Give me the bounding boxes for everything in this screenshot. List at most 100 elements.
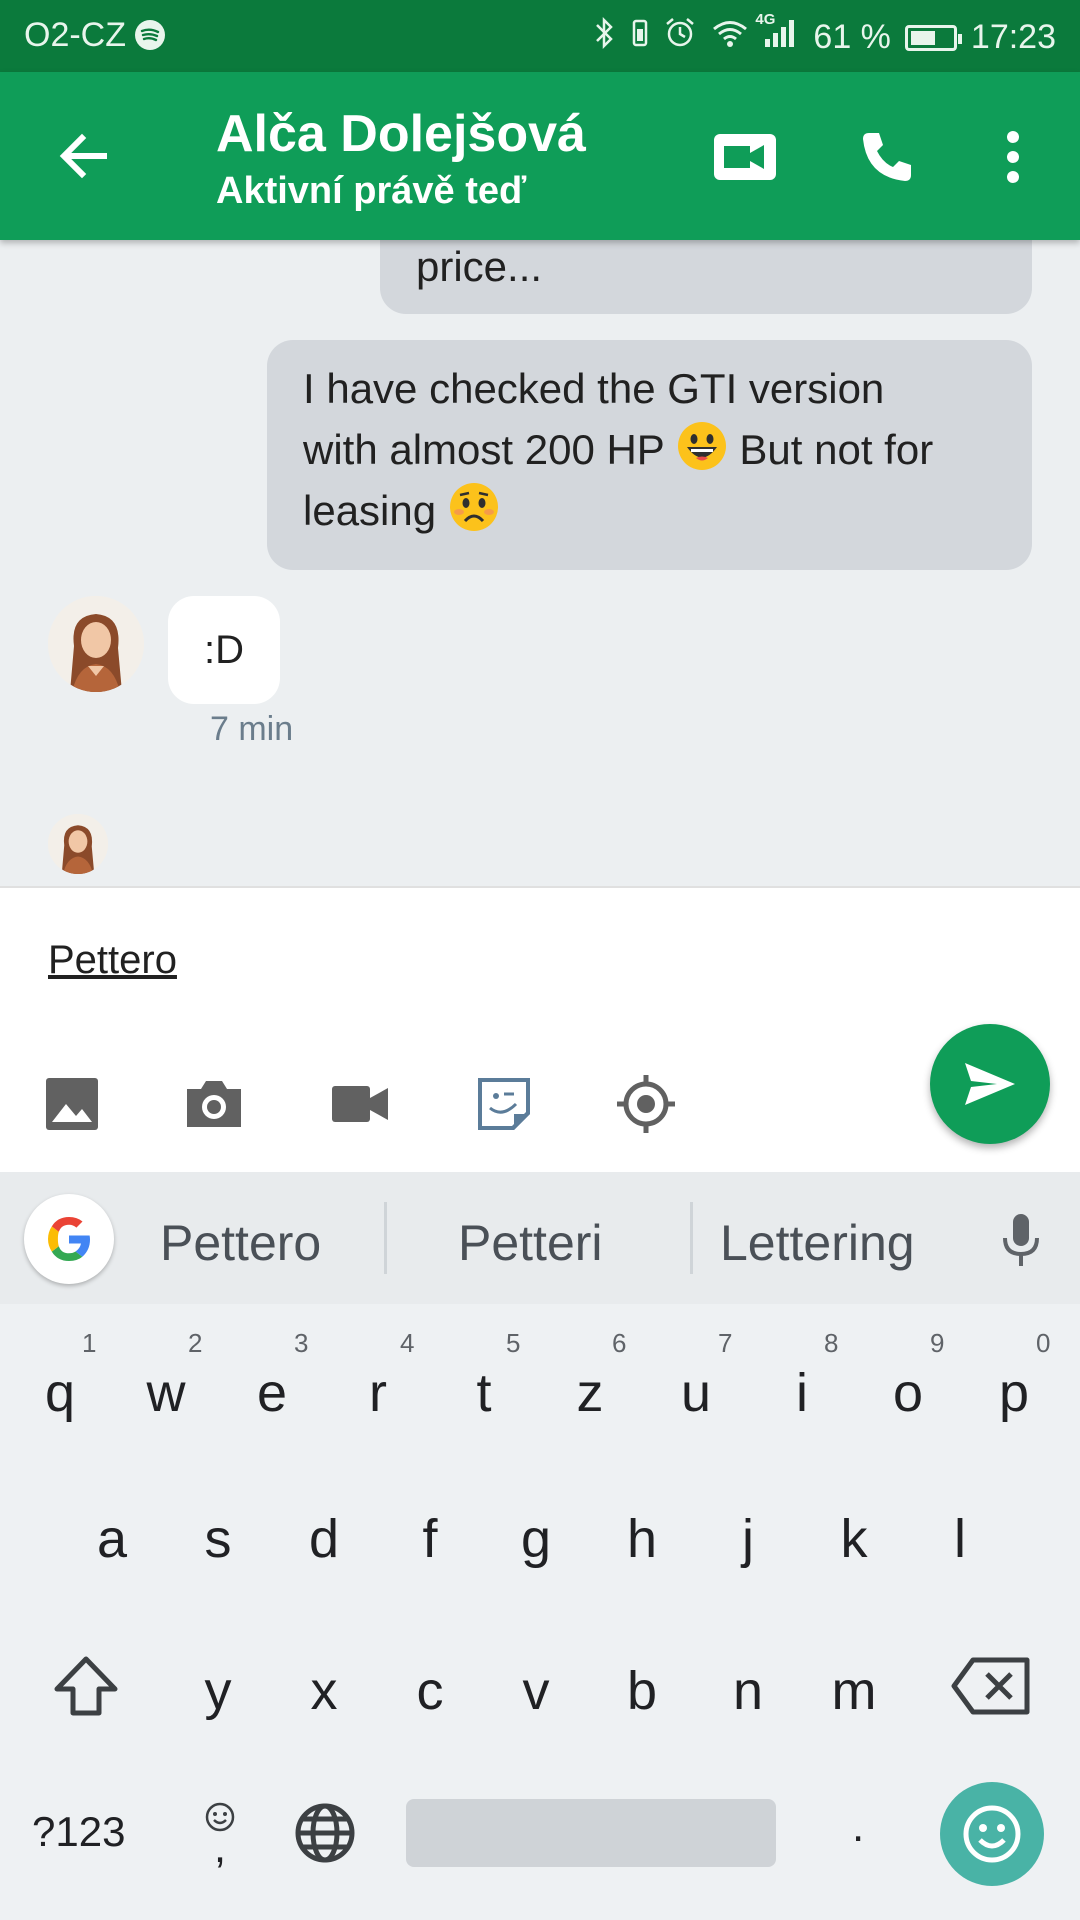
- comma-label: ,: [213, 1823, 227, 1872]
- globe-icon: [295, 1803, 355, 1863]
- vibrate-icon: [631, 17, 649, 58]
- key-s[interactable]: s: [178, 1508, 258, 1570]
- comma-emoji-key[interactable]: ,: [196, 1792, 244, 1872]
- message-input[interactable]: Pettero: [48, 938, 177, 983]
- compose-area: Pettero: [0, 886, 1080, 1174]
- key-hint-8: 8: [824, 1328, 839, 1358]
- key-hint-7: 7: [718, 1328, 733, 1358]
- spacebar[interactable]: [406, 1799, 776, 1867]
- symbols-key[interactable]: ?123: [32, 1808, 125, 1856]
- key-d[interactable]: d: [284, 1508, 364, 1570]
- key-a[interactable]: a: [72, 1508, 152, 1570]
- key-l[interactable]: l: [920, 1508, 1000, 1570]
- key-t[interactable]: t: [444, 1362, 524, 1424]
- emoji-key[interactable]: [940, 1782, 1044, 1886]
- battery-icon: [904, 24, 962, 51]
- suggestion-3[interactable]: Lettering: [720, 1214, 915, 1272]
- key-x[interactable]: x: [284, 1660, 364, 1722]
- key-w[interactable]: w: [126, 1362, 206, 1424]
- spotify-icon: [135, 20, 166, 50]
- key-u[interactable]: u: [656, 1362, 736, 1424]
- key-c[interactable]: c: [390, 1660, 470, 1722]
- location-icon[interactable]: [614, 1072, 678, 1136]
- key-i[interactable]: i: [762, 1362, 842, 1424]
- key-n[interactable]: n: [708, 1660, 788, 1722]
- message-timestamp: 7 min: [210, 710, 294, 748]
- emoji-icon: [963, 1805, 1021, 1863]
- key-g[interactable]: g: [496, 1508, 576, 1570]
- message-text: price...: [416, 243, 543, 290]
- key-r[interactable]: r: [338, 1362, 418, 1424]
- key-hint-6: 6: [612, 1328, 627, 1358]
- key-o[interactable]: o: [868, 1362, 948, 1424]
- message-bubble-outgoing[interactable]: I have checked the GTI version with almo…: [267, 340, 1032, 570]
- key-e[interactable]: e: [232, 1362, 312, 1424]
- grinning-face-emoji: [677, 422, 726, 470]
- app-bar: Alča Dolejšová Aktivní právě teď: [0, 72, 1080, 240]
- gallery-icon[interactable]: [40, 1072, 104, 1136]
- message-bubble-outgoing[interactable]: price...: [380, 240, 1032, 314]
- key-hint-4: 4: [400, 1328, 415, 1358]
- send-button[interactable]: [930, 1024, 1050, 1144]
- key-j[interactable]: j: [708, 1508, 788, 1570]
- key-p[interactable]: p: [974, 1362, 1054, 1424]
- more-vert-icon[interactable]: [978, 122, 1048, 192]
- key-hint-3: 3: [294, 1328, 309, 1358]
- suggestion-1[interactable]: Pettero: [160, 1214, 321, 1272]
- google-icon[interactable]: [24, 1194, 114, 1284]
- key-q[interactable]: q: [20, 1362, 100, 1424]
- sticker-icon[interactable]: [472, 1072, 536, 1136]
- status-bar: O2-CZ 4G 61 % 17:23: [0, 0, 1080, 72]
- battery-percent: 61 %: [813, 18, 891, 56]
- shift-key[interactable]: [50, 1650, 122, 1722]
- message-line: with almost 200 HP: [303, 426, 665, 473]
- video-icon[interactable]: [328, 1072, 392, 1136]
- key-hint-1: 1: [82, 1328, 97, 1358]
- message-bubble-incoming[interactable]: :D: [168, 596, 280, 704]
- key-z[interactable]: z: [550, 1362, 630, 1424]
- key-y[interactable]: y: [178, 1660, 258, 1722]
- suggestion-2[interactable]: Petteri: [458, 1214, 603, 1272]
- language-key[interactable]: [292, 1800, 358, 1866]
- period-key[interactable]: .: [852, 1802, 864, 1852]
- send-icon: [965, 1063, 1015, 1105]
- key-hint-5: 5: [506, 1328, 521, 1358]
- message-line: But not for: [739, 426, 934, 473]
- message-line: I have checked the GTI version: [303, 365, 885, 412]
- signal-icon: 4G: [755, 11, 799, 58]
- backspace-icon: [951, 1657, 1030, 1715]
- worried-face-emoji: [449, 483, 498, 531]
- key-hint-0: 0: [1036, 1328, 1051, 1358]
- suggestion-divider: [690, 1202, 693, 1274]
- message-line: leasing: [303, 487, 437, 534]
- microphone-icon[interactable]: [996, 1212, 1046, 1268]
- key-v[interactable]: v: [496, 1660, 576, 1722]
- key-m[interactable]: m: [814, 1660, 894, 1722]
- clock: 17:23: [970, 18, 1056, 56]
- contact-name: Alča Dolejšová: [216, 105, 586, 163]
- conversation[interactable]: price... I have checked the GTI version …: [0, 240, 1080, 886]
- alarm-icon: [663, 16, 697, 59]
- shift-icon: [54, 1656, 118, 1716]
- keyboard: Pettero Petteri Lettering q 1w 2e 3r 4t 5z 6u 7…: [0, 1172, 1080, 1920]
- message-text: :D: [204, 628, 244, 672]
- phone-icon[interactable]: [852, 122, 922, 192]
- key-hint-2: 2: [188, 1328, 203, 1358]
- avatar[interactable]: [48, 596, 144, 692]
- key-k[interactable]: k: [814, 1508, 894, 1570]
- key-h[interactable]: h: [602, 1508, 682, 1570]
- key-b[interactable]: b: [602, 1660, 682, 1722]
- key-hint-9: 9: [930, 1328, 945, 1358]
- bluetooth-icon: [593, 16, 617, 59]
- back-arrow-icon[interactable]: [52, 124, 116, 188]
- suggestion-divider: [384, 1202, 387, 1274]
- suggestion-strip: Pettero Petteri Lettering: [0, 1172, 1080, 1304]
- video-call-icon[interactable]: [710, 122, 780, 192]
- carrier-name: O2-CZ: [24, 16, 126, 54]
- backspace-key[interactable]: [950, 1656, 1032, 1716]
- camera-icon[interactable]: [182, 1072, 246, 1136]
- contact-status: Aktivní právě teď: [216, 170, 527, 212]
- wifi-icon: [711, 17, 749, 58]
- key-f[interactable]: f: [390, 1508, 470, 1570]
- network-type: 4G: [755, 11, 776, 28]
